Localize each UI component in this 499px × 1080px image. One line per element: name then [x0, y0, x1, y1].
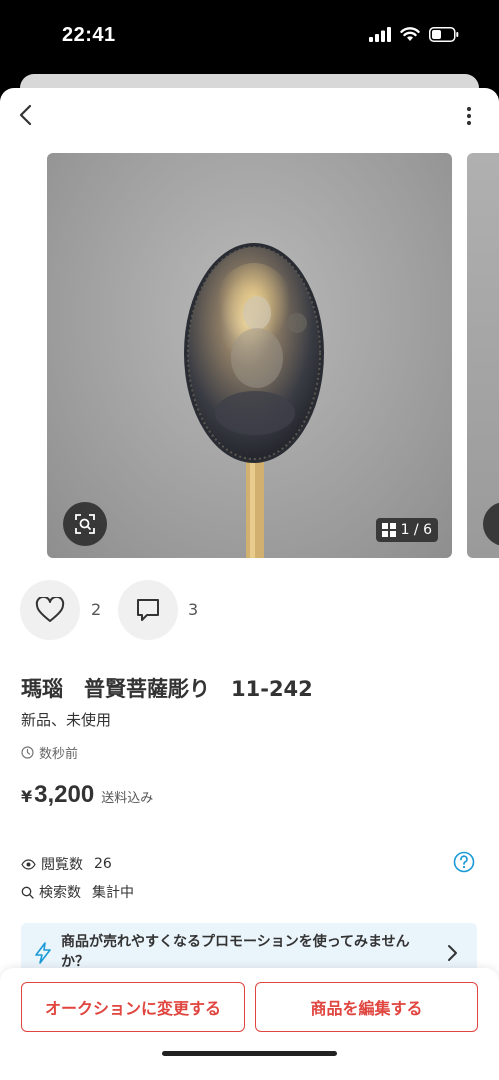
item-condition: 新品、未使用: [21, 711, 112, 729]
item-title: 瑪瑙 普賢菩薩彫り 11-242: [21, 677, 313, 701]
posted-time: 数秒前: [21, 743, 78, 762]
lightning-icon: [35, 942, 51, 964]
help-icon[interactable]: [453, 851, 475, 873]
image-search-icon: [75, 514, 95, 534]
price-value: 3,200: [34, 781, 95, 808]
photo-page-counter: 1 / 6: [375, 518, 438, 542]
shipping-note: 送料込み: [101, 791, 154, 806]
next-product-photo[interactable]: [467, 153, 499, 558]
like-button[interactable]: [20, 580, 80, 640]
item-detail-sheet: 1 / 6 2 3 瑪瑙 普賢菩薩彫り 11-242 新品、未使用 数秒前 ¥ …: [0, 88, 499, 1080]
product-photo[interactable]: 1 / 6: [47, 153, 452, 558]
views-label: 閲覧数: [41, 857, 83, 873]
status-bar: 22:41: [0, 0, 499, 80]
more-options-icon[interactable]: [465, 106, 473, 126]
comment-count: 3: [188, 600, 199, 619]
grid-icon: [381, 523, 396, 537]
views-value: 26: [94, 856, 112, 872]
agate-pendant-image: [184, 243, 324, 558]
views-stat: 閲覧数 26: [21, 854, 112, 874]
posted-time-text: 数秒前: [39, 747, 79, 762]
price-currency: ¥: [21, 787, 33, 806]
item-price: ¥ 3,200 送料込み: [21, 781, 153, 809]
clock-icon: [21, 746, 34, 759]
chevron-right-icon: [448, 945, 457, 961]
eye-icon: [21, 858, 36, 870]
promotion-text: 商品が売れやすくなるプロモーションを使ってみませんか？: [61, 934, 410, 970]
image-search-icon: [483, 502, 499, 546]
status-time: 22:41: [62, 24, 116, 46]
comment-button[interactable]: [118, 580, 178, 640]
searches-stat: 検索数 集計中: [21, 882, 134, 902]
searches-label: 検索数: [39, 885, 81, 901]
status-icons: [369, 27, 459, 42]
heart-icon: [35, 597, 65, 622]
searches-value: 集計中: [92, 885, 134, 901]
wifi-icon: [400, 27, 420, 41]
battery-icon: [429, 27, 459, 42]
search-icon: [21, 886, 34, 899]
page-counter-text: 1 / 6: [400, 522, 432, 538]
home-indicator: [162, 1051, 337, 1056]
back-chevron-icon[interactable]: [14, 102, 40, 128]
change-to-auction-button[interactable]: オークションに変更する: [21, 982, 245, 1032]
bottom-action-bar: オークションに変更する 商品を編集する: [0, 968, 499, 1080]
signal-icon: [369, 27, 391, 42]
comment-icon: [137, 599, 159, 621]
edit-item-button[interactable]: 商品を編集する: [255, 982, 478, 1032]
image-search-button[interactable]: [63, 502, 107, 546]
like-count: 2: [91, 600, 102, 619]
